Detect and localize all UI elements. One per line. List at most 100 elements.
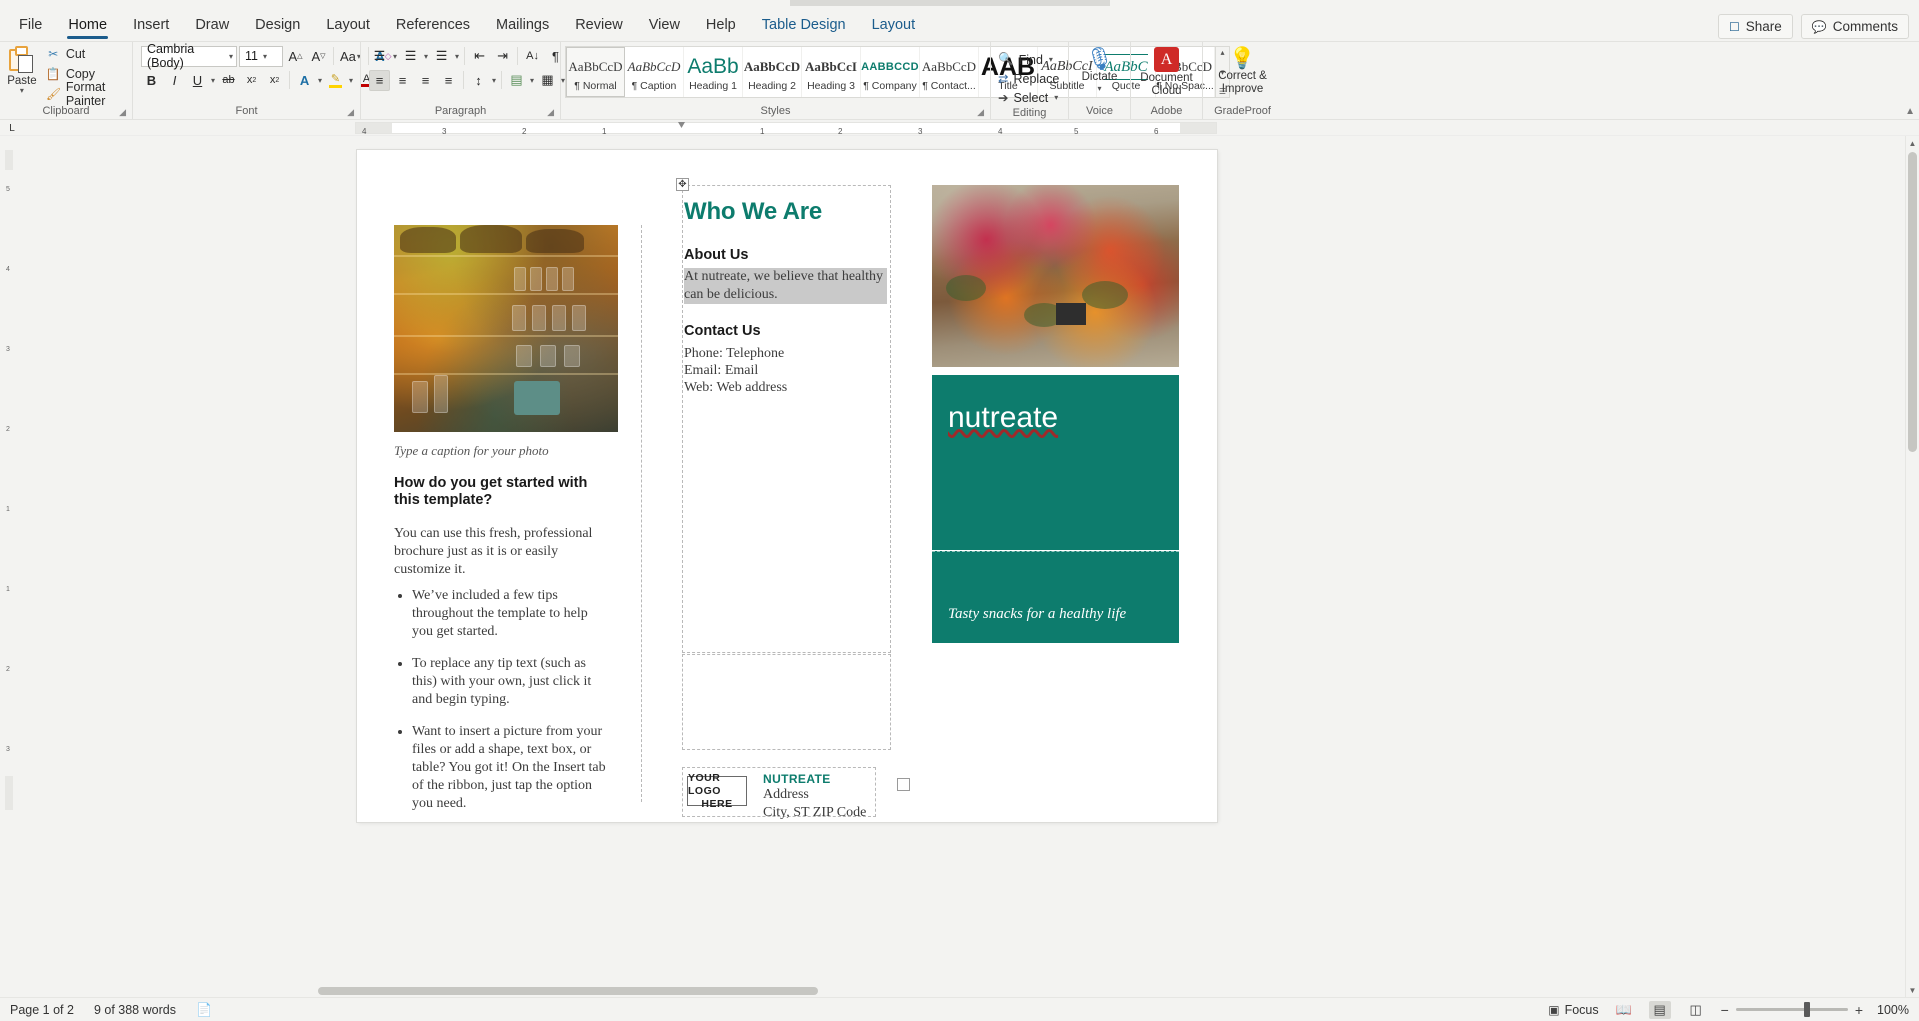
zoom-thumb[interactable] [1804,1002,1810,1017]
list-item[interactable]: To replace any tip text (such as this) w… [412,655,612,709]
company-name[interactable]: NUTREATE [763,772,866,786]
scroll-down-icon[interactable]: ▼ [1906,983,1919,997]
shading-button[interactable]: ▤ [506,70,527,91]
zoom-out-button[interactable]: − [1721,1002,1729,1018]
bold-button[interactable]: B [141,70,162,91]
left-heading[interactable]: How do you get started with this templat… [394,475,609,509]
web-layout-button[interactable]: ◫ [1685,1001,1707,1019]
align-center-button[interactable]: ≡ [392,70,413,91]
chevron-down-icon[interactable]: ▾ [263,52,267,61]
comments-button[interactable]: 💬 Comments [1801,14,1909,39]
chevron-down-icon[interactable]: ▾ [317,76,323,85]
collapse-ribbon-button[interactable]: ▲ [1905,106,1915,117]
horizontal-scrollbar[interactable] [0,985,1905,997]
brand-wordmark[interactable]: nutreate [948,401,1058,435]
dictate-button[interactable]: 🎙 Dictate ▾ [1073,44,1126,93]
left-intro-text[interactable]: You can use this fresh, professional bro… [394,525,609,579]
chevron-down-icon[interactable]: ▾ [229,52,233,61]
proofing-status-icon[interactable]: 📄 [196,1002,212,1018]
tab-insert[interactable]: Insert [120,11,182,41]
align-left-button[interactable]: ≡ [369,70,390,91]
italic-button[interactable]: I [164,70,185,91]
style-heading-3[interactable]: AaBbCcI Heading 3 [802,47,861,97]
select-button[interactable]: ➔ Select ▾ [998,88,1059,107]
text-highlight-button[interactable]: ✎ [325,70,346,91]
tab-view[interactable]: View [636,11,693,41]
tab-stop-selector[interactable]: L [4,121,20,135]
company-address-line2[interactable]: City, ST ZIP Code [763,804,866,822]
list-item[interactable]: We’ve included a few tips throughout the… [412,587,612,641]
company-address-line1[interactable]: Address [763,786,866,804]
contact-email[interactable]: Email: Email [684,362,758,380]
multilevel-list-button[interactable]: ☰ [431,46,452,67]
subscript-button[interactable]: x2 [241,70,262,91]
vertical-ruler[interactable]: 5 4 3 2 1 1 2 3 [0,136,18,997]
chevron-down-icon[interactable]: ▾ [392,52,398,61]
word-count[interactable]: 9 of 388 words [94,1003,176,1017]
table-resize-handle[interactable] [897,778,910,791]
panel-right[interactable]: nutreate Tasty snacks for a healthy life [932,185,1179,802]
scroll-up-icon[interactable]: ▲ [1906,136,1919,150]
chevron-down-icon[interactable]: ▾ [20,87,24,95]
chevron-down-icon[interactable]: ▾ [1048,55,1054,64]
tagline-panel[interactable]: Tasty snacks for a healthy life [932,551,1179,643]
text-effects-button[interactable]: A [294,70,315,91]
quick-access-toolbar[interactable] [790,0,1110,6]
grow-font-button[interactable]: A△ [285,46,306,67]
style-company[interactable]: AABBCCD ¶ Company [861,47,920,97]
tab-review[interactable]: Review [562,11,636,41]
underline-button[interactable]: U [187,70,208,91]
style-normal[interactable]: AaBbCcD ¶ Normal [566,47,625,97]
vertical-scroll-thumb[interactable] [1908,152,1917,452]
tab-file[interactable]: File [6,11,55,41]
justify-button[interactable]: ≡ [438,70,459,91]
superscript-button[interactable]: x2 [264,70,285,91]
tab-layout[interactable]: Layout [313,11,383,41]
contact-us-heading[interactable]: Contact Us [684,323,761,340]
cut-button[interactable]: ✂ Cut [42,44,128,63]
ruler-indent-marker[interactable] [678,122,685,128]
font-size-input[interactable]: 11 ▾ [239,46,283,67]
middle-upper-cell[interactable]: Who We Are About Us At nutreate, we beli… [682,185,891,653]
tab-references[interactable]: References [383,11,483,41]
tab-table-layout[interactable]: Layout [859,11,929,41]
shrink-font-button[interactable]: A▽ [308,46,329,67]
zoom-track[interactable] [1736,1008,1848,1011]
font-name-input[interactable]: Cambria (Body) ▾ [141,46,237,67]
bullets-button[interactable]: ☰ [369,46,390,67]
vertical-scrollbar[interactable]: ▲ ▼ [1905,136,1919,997]
brochure-title[interactable]: Who We Are [684,198,822,226]
tab-mailings[interactable]: Mailings [483,11,562,41]
contact-web[interactable]: Web: Web address [684,379,787,397]
styles-dialog-launcher[interactable]: ◢ [977,106,984,119]
horizontal-ruler[interactable]: 4 3 2 1 1 2 3 4 5 6 [355,122,1217,134]
style-caption[interactable]: AaBbCcD ¶ Caption [625,47,684,97]
horizontal-scroll-thumb[interactable] [318,987,818,995]
chevron-down-icon[interactable]: ▾ [454,52,460,61]
list-item[interactable]: Want to insert a picture from your files… [412,723,612,813]
clipboard-dialog-launcher[interactable]: ◢ [119,106,126,119]
tab-table-design[interactable]: Table Design [749,11,859,41]
document-cloud-button[interactable]: A Document Cloud [1136,44,1198,97]
chevron-down-icon[interactable]: ▾ [348,76,354,85]
share-button[interactable]: ☐ Share [1718,14,1793,39]
logo-placeholder[interactable]: YOUR LOGO HERE [687,776,747,806]
about-us-text[interactable]: At nutreate, we believe that healthy can… [684,268,887,304]
find-button[interactable]: 🔍 Find ▾ [998,50,1054,69]
tips-list[interactable]: We’ve included a few tips throughout the… [394,587,612,827]
tab-draw[interactable]: Draw [182,11,242,41]
about-us-heading[interactable]: About Us [684,247,748,264]
chevron-down-icon[interactable]: ▾ [529,76,535,85]
middle-blank-cell[interactable] [682,654,891,750]
correct-and-improve-button[interactable]: 💡 Correct & Improve [1212,44,1274,95]
panel-middle[interactable]: Who We Are About Us At nutreate, we beli… [643,225,891,802]
strikethrough-button[interactable]: ab [218,70,239,91]
tab-design[interactable]: Design [242,11,313,41]
align-right-button[interactable]: ≡ [415,70,436,91]
tab-help[interactable]: Help [693,11,749,41]
line-spacing-button[interactable]: ↕ [468,70,489,91]
chevron-down-icon[interactable]: ▾ [210,76,216,85]
paragraph-dialog-launcher[interactable]: ◢ [547,106,554,119]
document-page[interactable]: ✥ [357,150,1217,822]
brand-panel[interactable]: nutreate [932,375,1179,550]
